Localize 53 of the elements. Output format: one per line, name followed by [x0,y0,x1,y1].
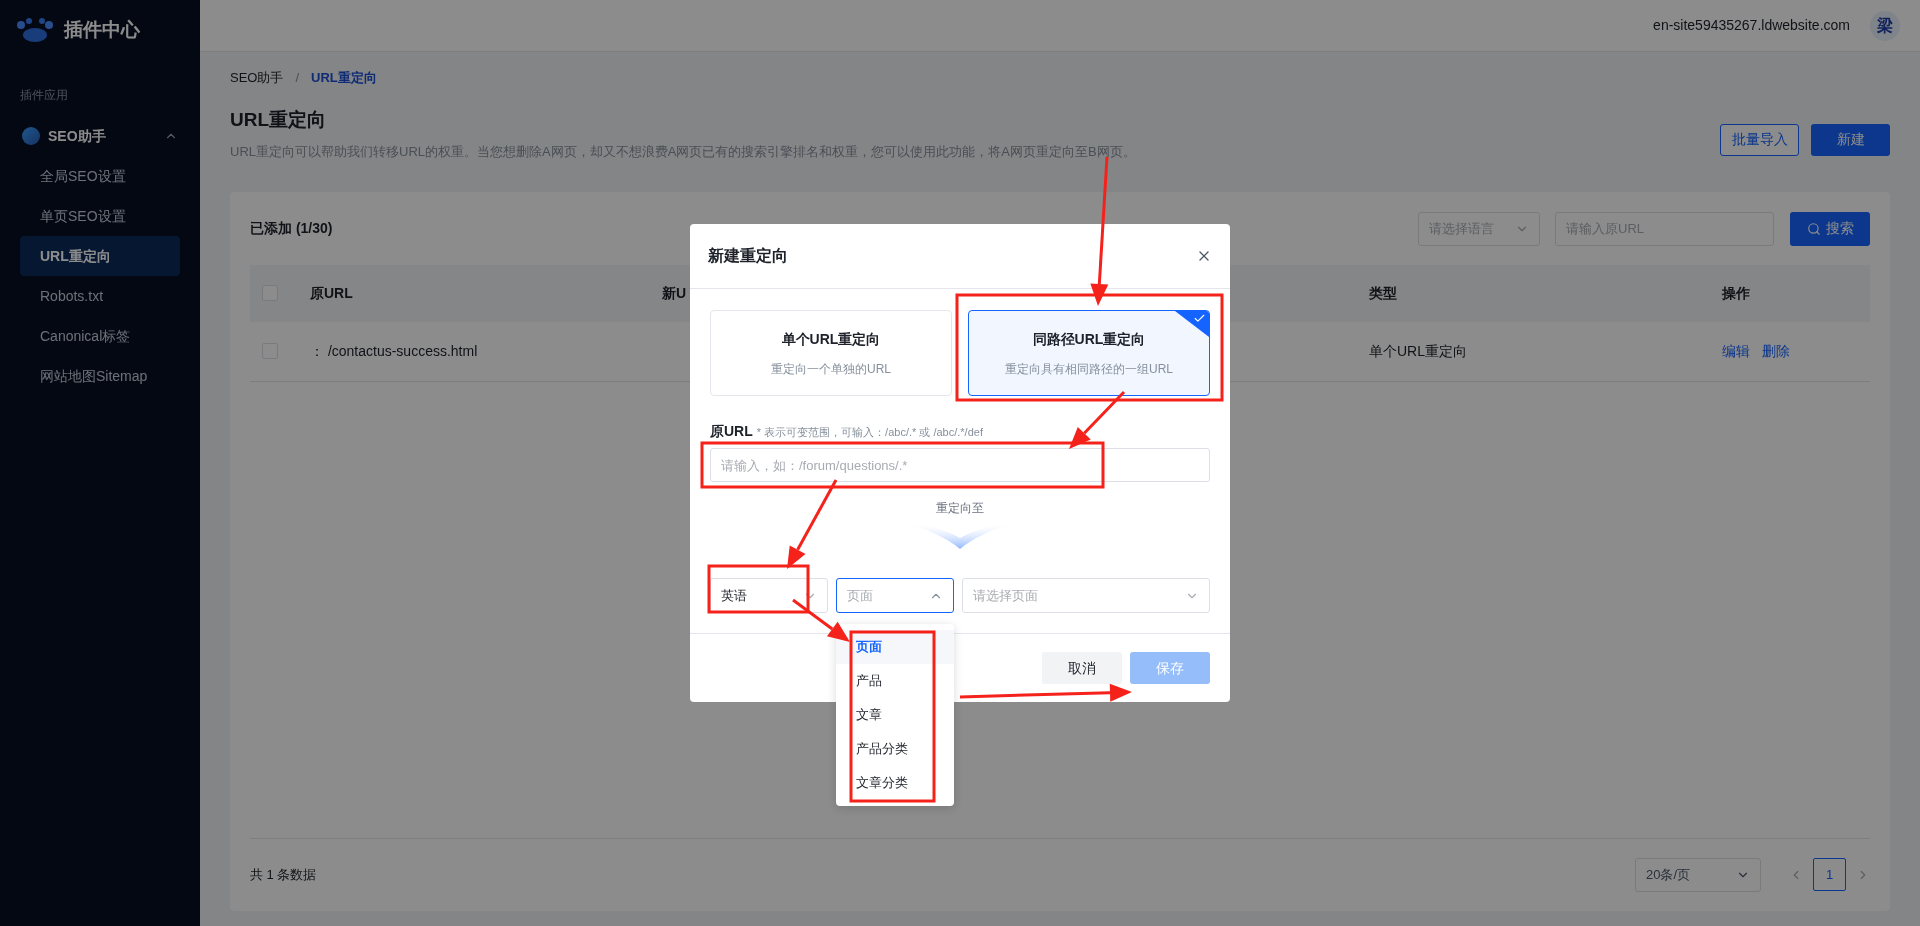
sidebar-group-label: SEO助手 [48,126,107,146]
action-link[interactable]: 编辑 [1722,340,1750,362]
redirect-to-label: 重定向至 [936,500,984,517]
header-button[interactable]: 新建 [1811,123,1890,156]
table-cell-text: ： /contactus-success.html [310,341,478,361]
mode-description: 重定向一个单独的URL [771,360,891,378]
total-count: 共 1 条数据 [250,865,318,884]
search-button[interactable]: 搜索 [1790,211,1870,246]
page-title: URL重定向 [230,107,328,132]
mode-title: 单个URL重定向 [781,329,881,349]
page-number[interactable]: 1 [1813,858,1846,891]
dropdown-option[interactable]: 文章 [836,698,954,732]
dropdown-option[interactable]: 产品 [836,664,954,698]
column-header: 新U [662,283,687,303]
mode-option[interactable]: 单个URL重定向 重定向一个单独的URL [710,310,952,396]
sidebar-item[interactable]: 网站地图Sitemap [20,356,180,396]
dropdown-option[interactable]: 产品分类 [836,732,954,766]
dialog-button[interactable]: 取消 [1042,652,1122,684]
column-header: 类型 [1369,283,1397,303]
breadcrumb-separator: / [295,69,300,87]
search-icon [1806,221,1821,236]
page-size-select[interactable]: 20条/页 [1635,857,1761,892]
table-cell-text: 单个URL重定向 [1369,341,1467,361]
sidebar-item[interactable]: URL重定向 [20,236,180,276]
target-type-select[interactable]: 页面 [836,578,954,613]
mode-option[interactable]: 同路径URL重定向 重定向具有相同路径的一组URL [968,310,1210,396]
field-hint: * 表示可变范围，可输入：/abc/.* 或 /abc/.*/def [756,425,983,440]
sidebar-item[interactable]: 单页SEO设置 [20,196,180,236]
sidebar-item[interactable]: Robots.txt [20,276,180,316]
column-header: 操作 [1722,283,1750,303]
annotation-arrow [1069,390,1126,449]
sidebar-item[interactable]: Canonical标签 [20,316,180,356]
target-page-select[interactable]: 请选择页面 [962,578,1210,613]
dropdown-option[interactable]: 文章分类 [836,766,954,800]
site-domain[interactable]: en-site59435267.ldwebsite.com [1653,15,1850,36]
column-header: 原URL [310,283,353,303]
language-select[interactable]: 英语 [710,578,828,613]
breadcrumb-link[interactable]: URL重定向 [311,68,377,88]
dialog-title: 新建重定向 [708,246,788,266]
header-button[interactable]: 批量导入 [1720,123,1799,156]
breadcrumb-link[interactable]: SEO助手 [230,68,284,88]
user-avatar[interactable]: 梁 [1870,10,1900,41]
logo-text: 插件中心 [64,17,140,42]
sidebar-group[interactable]: SEO助手 [0,116,200,156]
list-count: 已添加 (1/30) [250,219,334,238]
field-label: 原URL [710,422,753,441]
source-url-field[interactable]: 请输入，如：/forum/questions/.* [710,448,1210,482]
sidebar-section-label: 插件应用 [19,87,69,104]
action-link[interactable]: 删除 [1762,340,1790,362]
sidebar-item[interactable]: 全局SEO设置 [20,156,180,196]
logo-icon [16,17,54,43]
mode-title: 同路径URL重定向 [1032,329,1146,349]
mode-description: 重定向具有相同路径的一组URL [1005,360,1173,378]
